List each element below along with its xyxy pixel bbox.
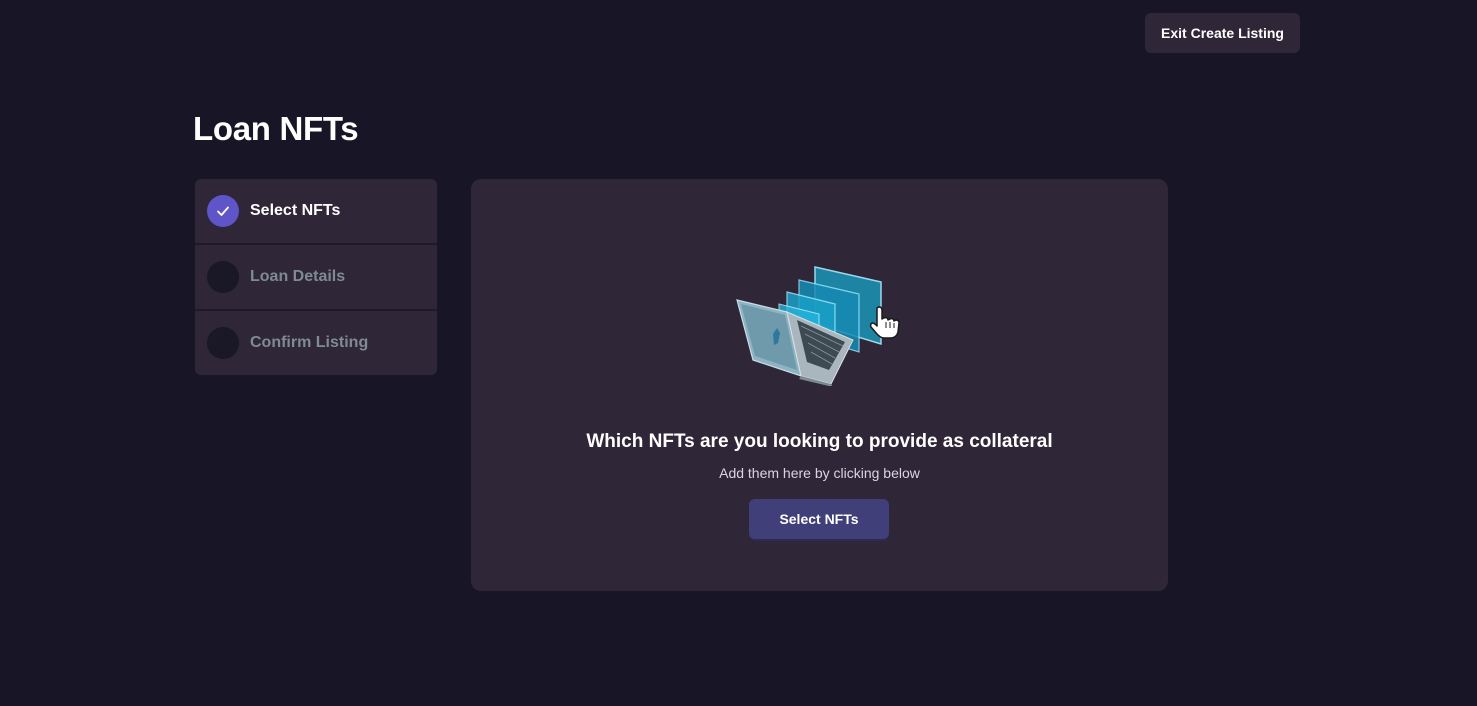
step-confirm-listing[interactable]: Confirm Listing (195, 309, 437, 375)
listing-stepper: Select NFTs Loan Details Confirm Listing (195, 179, 437, 375)
select-nfts-panel: Which NFTs are you looking to provide as… (471, 179, 1168, 591)
select-nfts-button[interactable]: Select NFTs (749, 499, 889, 539)
check-icon (217, 206, 229, 216)
step-label: Confirm Listing (250, 334, 369, 351)
exit-create-listing-button[interactable]: Exit Create Listing (1145, 13, 1300, 53)
create-listing-page: Exit Create Listing Loan NFTs Select NFT… (0, 0, 1477, 706)
page-title: Loan NFTs (193, 110, 359, 147)
panel-heading: Which NFTs are you looking to provide as… (586, 431, 1053, 452)
step-label: Loan Details (250, 268, 346, 285)
panel-subtext: Add them here by clicking below (719, 465, 920, 481)
step-select-nfts[interactable]: Select NFTs (195, 179, 437, 243)
step-complete-indicator (207, 195, 239, 227)
step-loan-details[interactable]: Loan Details (195, 243, 437, 309)
step-pending-indicator (207, 327, 239, 359)
step-pending-indicator (207, 261, 239, 293)
laptop-nft-illustration (736, 266, 900, 386)
step-label: Select NFTs (250, 202, 341, 219)
